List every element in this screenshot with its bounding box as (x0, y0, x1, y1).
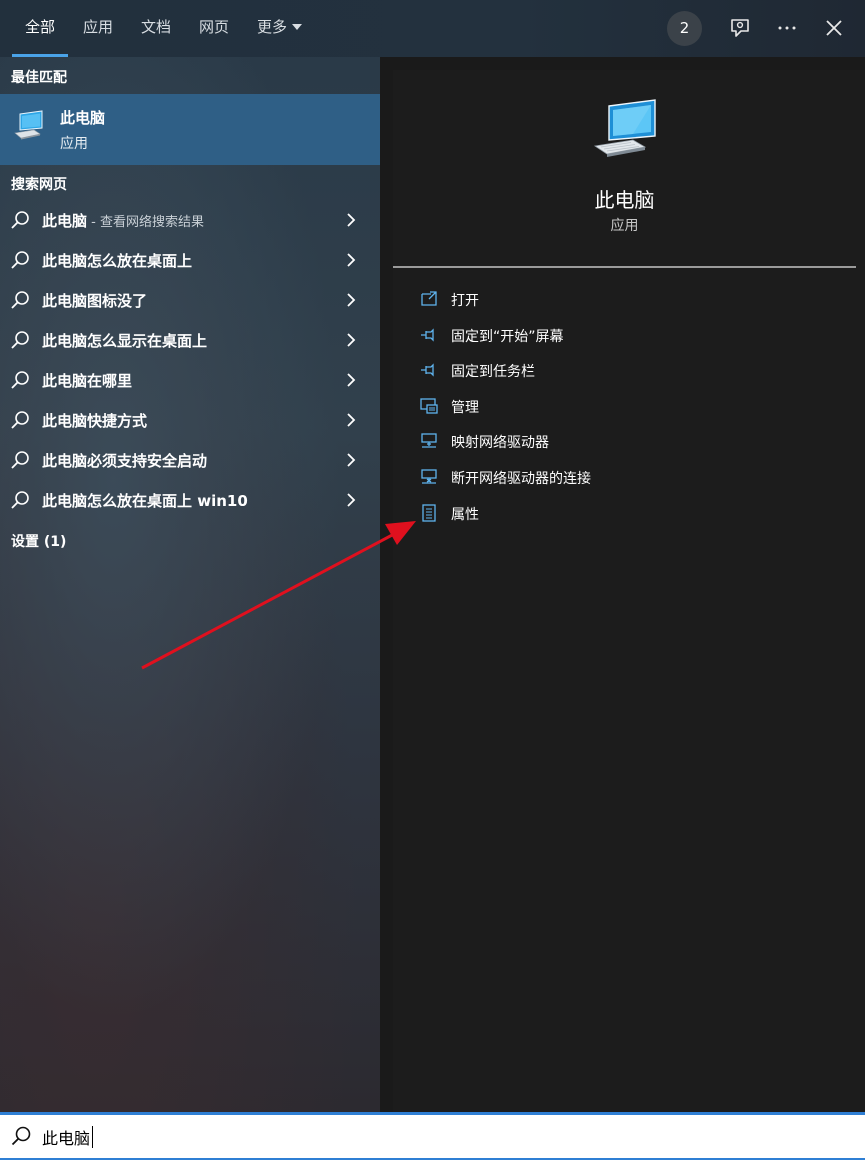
action-label: 映射网络驱动器 (451, 435, 549, 451)
tab-web[interactable]: 网页 (199, 0, 229, 57)
pin-icon (421, 363, 434, 377)
web-result-row[interactable]: 此电脑在哪里 (0, 360, 380, 400)
web-result-text: 此电脑快捷方式 (42, 412, 148, 430)
tab-all[interactable]: 全部 (12, 0, 68, 57)
action-label: 固定到任务栏 (451, 364, 535, 380)
search-icon (11, 331, 29, 349)
panel-gap-top (380, 57, 865, 70)
computer-icon (14, 110, 43, 140)
web-result-row[interactable]: 此电脑怎么显示在桌面上 (0, 320, 380, 360)
search-icon (11, 411, 29, 429)
web-result-row[interactable]: 此电脑怎么放在桌面上 win10 (0, 480, 380, 520)
web-result-text: 此电脑在哪里 (42, 372, 133, 390)
more-options-icon[interactable] (773, 14, 801, 42)
tab-more[interactable]: 更多 (257, 0, 303, 57)
open-icon (421, 291, 437, 306)
action-label: 管理 (451, 400, 479, 416)
action-disconnect-drive[interactable]: 断开网络驱动器的连接 (393, 460, 856, 494)
action-label: 打开 (451, 293, 479, 309)
chevron-right-icon (347, 293, 356, 307)
top-bar: 全部 应用 文档 网页 更多 2 (0, 0, 865, 57)
chevron-right-icon (347, 333, 356, 347)
web-result-row[interactable]: 此电脑图标没了 (0, 280, 380, 320)
action-pin-taskbar[interactable]: 固定到任务栏 (393, 353, 856, 387)
search-icon (11, 251, 29, 269)
web-result-text: 此电脑怎么放在桌面上 win10 (42, 492, 248, 510)
properties-icon (422, 504, 436, 522)
chevron-down-icon (292, 23, 303, 30)
web-result-row[interactable]: 此电脑怎么放在桌面上 (0, 240, 380, 280)
divider (393, 266, 856, 268)
search-icon (11, 451, 29, 469)
action-label: 断开网络驱动器的连接 (451, 471, 591, 487)
settings-heading[interactable]: 设置 (1) (11, 531, 66, 551)
search-icon (11, 1126, 31, 1146)
search-icon (11, 211, 29, 229)
web-result-text: 此电脑必须支持安全启动 (42, 452, 208, 470)
search-icon (11, 291, 29, 309)
computer-icon (593, 99, 656, 157)
web-result-row[interactable]: 此电脑 - 查看网络搜索结果 (0, 200, 380, 240)
tab-documents[interactable]: 文档 (141, 0, 171, 57)
action-open[interactable]: 打开 (393, 282, 856, 316)
detail-panel: 此电脑 应用 打开 固定到“开始”屏幕 固定到任务栏 管理 映射网络驱动器 断开… (393, 70, 865, 1112)
best-match-item[interactable]: 此电脑 应用 (0, 94, 380, 165)
web-result-row[interactable]: 此电脑快捷方式 (0, 400, 380, 440)
web-result-text: 此电脑图标没了 (42, 292, 148, 310)
close-icon[interactable] (820, 14, 848, 42)
chevron-right-icon (347, 373, 356, 387)
disconnect-drive-icon (421, 469, 437, 484)
text-caret (92, 1126, 93, 1148)
chevron-right-icon (347, 493, 356, 507)
action-pin-start[interactable]: 固定到“开始”屏幕 (393, 318, 856, 352)
chevron-right-icon (347, 253, 356, 267)
web-result-suffix: - 查看网络搜索结果 (87, 215, 204, 230)
best-match-type: 应用 (60, 136, 88, 152)
chevron-right-icon (347, 453, 356, 467)
action-manage[interactable]: 管理 (393, 389, 856, 423)
best-match-heading: 最佳匹配 (11, 70, 67, 86)
action-properties[interactable]: 属性 (393, 496, 856, 530)
detail-title: 此电脑 (594, 188, 655, 212)
tab-more-label: 更多 (257, 18, 288, 36)
web-result-text: 此电脑怎么显示在桌面上 (42, 332, 208, 350)
search-icon (11, 491, 29, 509)
web-result-text: 此电脑怎么放在桌面上 (42, 252, 193, 270)
search-bar[interactable] (0, 1112, 865, 1160)
tab-apps[interactable]: 应用 (83, 0, 113, 57)
search-icon (11, 371, 29, 389)
feedback-icon[interactable] (726, 14, 754, 42)
action-label: 固定到“开始”屏幕 (451, 329, 564, 345)
action-label: 属性 (451, 507, 479, 523)
chevron-right-icon (347, 213, 356, 227)
pin-icon (421, 328, 434, 342)
detail-type: 应用 (610, 218, 639, 234)
web-result-text: 此电脑 (42, 212, 88, 230)
results-panel: 最佳匹配 此电脑 应用 搜索网页 此电脑 - 查看网络搜索结果 此电脑怎么放在桌… (0, 57, 380, 1112)
search-input[interactable] (42, 1122, 842, 1152)
panel-gap (380, 57, 393, 1112)
network-drive-icon (421, 433, 437, 448)
web-search-heading: 搜索网页 (11, 177, 67, 193)
points-badge[interactable]: 2 (667, 11, 702, 46)
best-match-name: 此电脑 (60, 109, 106, 127)
chevron-right-icon (347, 413, 356, 427)
manage-icon (420, 398, 438, 414)
action-map-drive[interactable]: 映射网络驱动器 (393, 424, 856, 458)
web-result-row[interactable]: 此电脑必须支持安全启动 (0, 440, 380, 480)
